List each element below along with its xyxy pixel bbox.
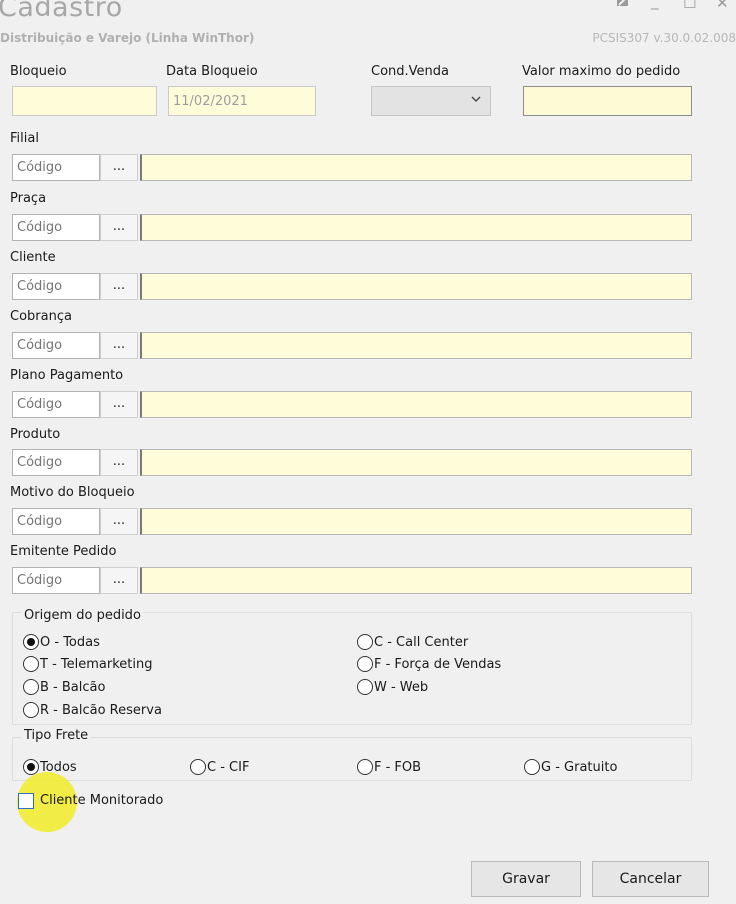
produto-description-input[interactable] bbox=[140, 449, 692, 476]
produto-search-button[interactable]: ... bbox=[100, 449, 138, 476]
origem-option[interactable]: B - Balcão bbox=[23, 679, 105, 695]
minimize-icon[interactable]: _ bbox=[651, 0, 659, 10]
frete-option[interactable]: C - CIF bbox=[190, 759, 249, 775]
origem-option-label: C - Call Center bbox=[374, 634, 469, 650]
motivo-do-bloqueio-search-button[interactable]: ... bbox=[100, 508, 138, 535]
emitente-pedido-code-input[interactable] bbox=[12, 567, 100, 594]
frete-option[interactable]: F - FOB bbox=[357, 759, 421, 775]
filial-search-button[interactable]: ... bbox=[100, 154, 138, 181]
origem-option[interactable]: F - Força de Vendas bbox=[357, 656, 501, 672]
origem-option[interactable]: O - Todas bbox=[23, 634, 100, 650]
frete-option-label: G - Gratuito bbox=[541, 759, 618, 775]
close-icon[interactable]: ✕ bbox=[716, 0, 729, 12]
radio-icon[interactable] bbox=[357, 759, 373, 775]
cliente-description-input[interactable] bbox=[140, 273, 692, 300]
origem-option[interactable]: C - Call Center bbox=[357, 634, 468, 650]
plano-pagamento-description-input[interactable] bbox=[140, 391, 692, 418]
radio-icon[interactable] bbox=[524, 759, 540, 775]
valor-maximo-label: Valor maximo do pedido bbox=[522, 64, 681, 79]
window-title: Cadastro bbox=[0, 0, 123, 23]
produto-code-input[interactable] bbox=[12, 449, 100, 476]
origem-option-label: R - Balcão Reserva bbox=[40, 702, 162, 718]
cliente-monitorado-label[interactable]: Cliente Monitorado bbox=[40, 793, 163, 808]
cond-venda-label: Cond.Venda bbox=[371, 64, 449, 79]
cobranca-search-button[interactable]: ... bbox=[100, 332, 138, 359]
save-button[interactable]: Gravar bbox=[471, 861, 581, 897]
origem-option[interactable]: T - Telemarketing bbox=[23, 656, 152, 672]
origem-option-label: T - Telemarketing bbox=[40, 656, 153, 672]
motivo-do-bloqueio-label: Motivo do Bloqueio bbox=[10, 485, 135, 500]
chevron-down-icon bbox=[470, 93, 482, 109]
praca-search-button[interactable]: ... bbox=[100, 214, 138, 241]
radio-icon[interactable] bbox=[190, 759, 206, 775]
origem-option[interactable]: W - Web bbox=[357, 679, 428, 695]
cliente-code-input[interactable] bbox=[12, 273, 100, 300]
radio-icon[interactable] bbox=[357, 679, 373, 695]
maximize-icon[interactable]: ☐ bbox=[683, 0, 696, 12]
version-label: PCSIS307 v.30.0.02.008 bbox=[592, 31, 736, 45]
valor-maximo-input[interactable] bbox=[523, 86, 692, 116]
radio-icon[interactable] bbox=[357, 656, 373, 672]
radio-icon[interactable] bbox=[23, 656, 39, 672]
frete-option-label: F - FOB bbox=[374, 759, 422, 775]
data-bloqueio-label: Data Bloqueio bbox=[166, 64, 258, 79]
cliente-search-button[interactable]: ... bbox=[100, 273, 138, 300]
radio-icon[interactable] bbox=[23, 634, 39, 650]
plano-pagamento-code-input[interactable] bbox=[12, 391, 100, 418]
filial-code-input[interactable] bbox=[12, 154, 100, 181]
cobranca-label: Cobrança bbox=[10, 309, 72, 324]
cliente-label: Cliente bbox=[10, 250, 56, 265]
bloqueio-input[interactable] bbox=[12, 86, 157, 116]
cond-venda-select[interactable] bbox=[371, 86, 491, 116]
filial-description-input[interactable] bbox=[140, 154, 692, 181]
origem-option-label: W - Web bbox=[374, 679, 429, 695]
edit-icon[interactable] bbox=[616, 0, 630, 12]
emitente-pedido-label: Emitente Pedido bbox=[10, 544, 117, 559]
plano-pagamento-label: Plano Pagamento bbox=[10, 368, 124, 383]
frete-title: Tipo Frete bbox=[22, 728, 91, 743]
bloqueio-label: Bloqueio bbox=[10, 64, 67, 79]
window-subtitle: Distribuição e Varejo (Linha WinThor) bbox=[0, 31, 255, 45]
radio-icon[interactable] bbox=[23, 679, 39, 695]
origem-option-label: F - Força de Vendas bbox=[374, 656, 502, 672]
cliente-monitorado-checkbox[interactable] bbox=[18, 793, 34, 809]
cancel-button[interactable]: Cancelar bbox=[592, 861, 709, 897]
frete-option-label: C - CIF bbox=[207, 759, 250, 775]
plano-pagamento-search-button[interactable]: ... bbox=[100, 391, 138, 418]
filial-label: Filial bbox=[10, 131, 39, 146]
origem-option-label: O - Todas bbox=[40, 634, 100, 650]
praca-label: Praça bbox=[10, 191, 47, 206]
origem-title: Origem do pedido bbox=[22, 608, 143, 623]
emitente-pedido-description-input[interactable] bbox=[140, 567, 692, 594]
origem-option-label: B - Balcão bbox=[40, 679, 106, 695]
radio-icon[interactable] bbox=[23, 702, 39, 718]
frete-option[interactable]: G - Gratuito bbox=[524, 759, 617, 775]
cobranca-description-input[interactable] bbox=[140, 332, 692, 359]
praca-code-input[interactable] bbox=[12, 214, 100, 241]
emitente-pedido-search-button[interactable]: ... bbox=[100, 567, 138, 594]
data-bloqueio-input[interactable] bbox=[168, 86, 316, 116]
cobranca-code-input[interactable] bbox=[12, 332, 100, 359]
praca-description-input[interactable] bbox=[140, 214, 692, 241]
origem-option[interactable]: R - Balcão Reserva bbox=[23, 702, 162, 718]
motivo-do-bloqueio-description-input[interactable] bbox=[140, 508, 692, 535]
motivo-do-bloqueio-code-input[interactable] bbox=[12, 508, 100, 535]
produto-label: Produto bbox=[10, 427, 61, 442]
radio-icon[interactable] bbox=[357, 634, 373, 650]
